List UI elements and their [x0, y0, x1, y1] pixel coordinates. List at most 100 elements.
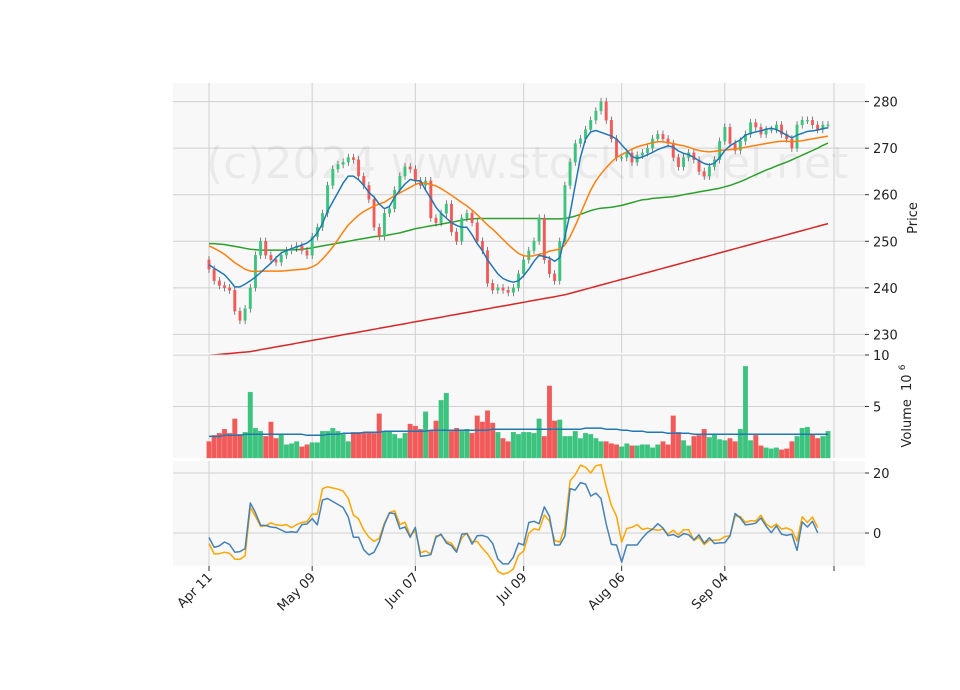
volume-bar	[474, 415, 480, 459]
volume-bar	[521, 432, 527, 459]
volume-bar	[748, 440, 754, 459]
volume-bar	[222, 429, 227, 459]
volume-bar	[500, 438, 506, 459]
volume-bar	[825, 431, 831, 459]
volume-bar	[789, 441, 795, 459]
price-tick-label: 250	[873, 235, 898, 250]
candle-body	[723, 127, 727, 142]
volume-bar	[428, 430, 434, 459]
volume-bar	[598, 441, 604, 459]
volume-bar	[309, 442, 315, 459]
candle-body	[800, 120, 804, 126]
price-panel: (c)2024 www.stockmodel.net 2302402502602…	[173, 83, 921, 357]
candle-body	[568, 161, 572, 186]
candle-body	[811, 120, 814, 126]
candle-body	[382, 213, 386, 237]
volume-bar	[278, 434, 284, 459]
candle-body	[769, 129, 773, 131]
candle-body	[501, 287, 505, 291]
candle-body	[269, 255, 273, 261]
volume-bar	[701, 429, 707, 459]
price-tick-label: 230	[873, 328, 898, 343]
volume-bar	[448, 431, 454, 459]
volume-bar	[588, 434, 594, 459]
candle-body	[212, 269, 216, 281]
volume-bar	[314, 442, 320, 459]
volume-bar	[232, 418, 238, 459]
volume-bar	[252, 427, 258, 459]
candle-body	[625, 152, 629, 158]
volume-bar	[479, 421, 485, 459]
volume-bar	[402, 433, 408, 459]
candle-body	[548, 259, 551, 275]
candle-body	[449, 203, 453, 233]
volume-bar	[660, 441, 666, 459]
candle-body	[795, 124, 799, 149]
volume-bar	[299, 446, 305, 459]
candle-body	[217, 280, 221, 286]
candle-body	[589, 120, 593, 130]
volume-bar	[732, 441, 738, 459]
candle-body	[594, 110, 598, 121]
candle-body	[351, 157, 355, 160]
volume-tick-label: 5	[873, 401, 881, 416]
volume-bar	[686, 445, 692, 459]
volume-bar	[258, 431, 264, 459]
candle-body	[656, 134, 660, 140]
volume-bar	[335, 431, 341, 459]
volume-bar	[603, 441, 609, 459]
volume-bar	[526, 432, 532, 459]
candle-body	[248, 287, 252, 309]
price-axis-label: Price	[906, 202, 921, 234]
volume-bar	[536, 418, 542, 459]
candle-body	[553, 273, 557, 281]
volume-bar	[691, 436, 697, 459]
candle-body	[357, 159, 361, 177]
volume-bar	[211, 435, 217, 459]
volume-bar	[485, 410, 490, 459]
candle-body	[243, 308, 247, 321]
candle-body	[790, 138, 794, 149]
volume-bar	[727, 438, 733, 459]
candle-body	[578, 138, 582, 144]
candle-body	[413, 168, 417, 181]
candle-body	[805, 120, 809, 122]
candle-body	[486, 250, 489, 284]
volume-bar	[381, 431, 387, 459]
candle-body	[558, 241, 562, 281]
volume-bar	[387, 431, 392, 459]
volume-bar	[495, 432, 501, 459]
candle-body	[233, 290, 237, 312]
candle-body	[599, 101, 603, 112]
volume-bar	[541, 436, 547, 459]
volume-tick-label: 10	[873, 349, 890, 364]
volume-bar	[283, 444, 289, 459]
candle-body	[228, 287, 232, 291]
volume-bar	[340, 434, 346, 459]
volume-bar	[304, 444, 310, 459]
volume-bar	[423, 411, 429, 459]
volume-bar	[206, 441, 212, 459]
candle-body	[465, 213, 469, 219]
volume-bar	[227, 433, 233, 459]
volume-bar	[247, 391, 253, 459]
volume-bar	[557, 419, 563, 459]
volume-bar	[820, 436, 826, 459]
volume-bar	[490, 422, 496, 459]
candle-body	[537, 217, 541, 242]
volume-bar	[624, 443, 630, 459]
volume-bar	[614, 444, 619, 459]
candle-body	[646, 148, 649, 153]
candle-body	[300, 245, 304, 251]
volume-bar	[639, 444, 645, 459]
candle-body	[434, 217, 438, 223]
candle-body	[532, 241, 536, 251]
volume-bar	[547, 385, 552, 459]
candle-body	[527, 250, 531, 261]
volume-bar	[696, 435, 702, 459]
price-tick-label: 240	[873, 282, 898, 297]
volume-bar	[670, 415, 676, 459]
candle-body	[522, 259, 526, 275]
volume-bar	[330, 427, 336, 459]
candle-body	[640, 152, 644, 156]
